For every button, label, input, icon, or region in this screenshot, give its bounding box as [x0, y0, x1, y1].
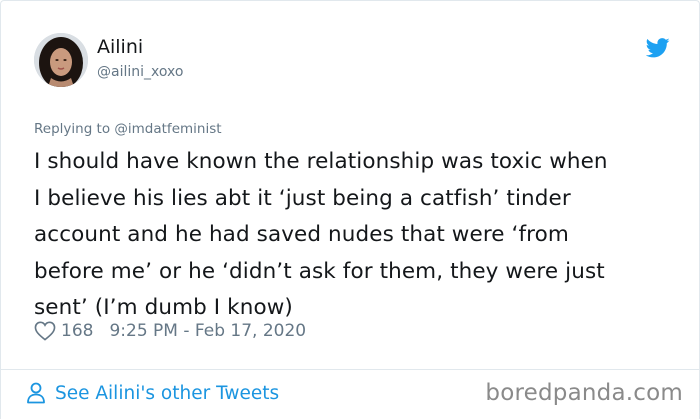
watermark: boredpanda.com	[485, 380, 683, 406]
avatar[interactable]	[34, 33, 88, 87]
tweet-text-line: before me’ or he ‘didn’t ask for them, t…	[34, 258, 605, 284]
see-other-tweets-label: See Ailini's other Tweets	[55, 382, 280, 404]
person-icon	[27, 382, 45, 404]
tweet-text-line: account and he had saved nudes that were…	[34, 222, 569, 247]
avatar-image	[34, 33, 88, 87]
tweet-text-line: I should have known the relationship was…	[34, 149, 608, 174]
see-other-tweets-link[interactable]: See Ailini's other Tweets	[26, 382, 279, 404]
heart-icon[interactable]	[34, 321, 56, 341]
tweet-footer: See Ailini's other Tweets boredpanda.com	[0, 370, 700, 419]
tweet-timestamp[interactable]: 9:25 PM - Feb 17, 2020	[109, 321, 306, 341]
tweet-text-line: I believe his lies abt it ‘just being a …	[34, 185, 571, 211]
tweet-card: Ailini @ailini_xoxo Replying to @imdatfe…	[0, 0, 700, 370]
author-display-name[interactable]: Ailini	[97, 35, 183, 59]
like-count[interactable]: 168	[61, 321, 93, 341]
tweet-text: I should have known the relationship was…	[34, 144, 679, 327]
tweet-header: Ailini @ailini_xoxo	[34, 33, 674, 89]
twitter-bird-icon[interactable]	[646, 37, 670, 59]
author-handle[interactable]: @ailini_xoxo	[97, 62, 183, 82]
reply-context[interactable]: Replying to @imdatfeminist	[34, 121, 222, 137]
author-info: Ailini @ailini_xoxo	[97, 35, 183, 82]
tweet-meta: 168 9:25 PM - Feb 17, 2020	[34, 319, 306, 343]
